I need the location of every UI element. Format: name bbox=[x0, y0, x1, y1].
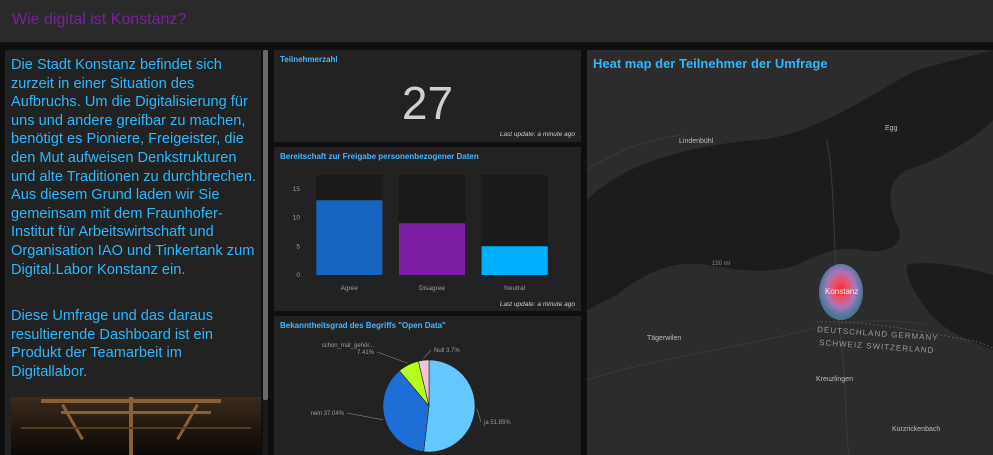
pie-leader-line bbox=[476, 408, 482, 423]
y-tick-label: 10 bbox=[293, 215, 301, 222]
x-tick-label: Agree bbox=[341, 285, 359, 292]
map-title: Heat map der Teilnehmer der Umfrage bbox=[593, 56, 828, 71]
pie-leader-line bbox=[346, 412, 384, 421]
pie-label: Null 3.7% bbox=[434, 348, 460, 354]
bar-agree[interactable] bbox=[316, 200, 383, 275]
pie-label-value: 7.41% bbox=[357, 350, 375, 356]
bar-chart: 0 5 10 15 Agree Disagree Neutral bbox=[293, 175, 548, 292]
pie-chart: ja 51.85% nein 37.04% schon_mal_gehör...7.… bbox=[311, 343, 511, 453]
bar-last-update: Last update: a minute ago bbox=[499, 301, 575, 308]
pie-label: schon_mal_gehör... bbox=[322, 343, 375, 349]
pie-label: ja 51.85% bbox=[483, 420, 511, 426]
place-label-kurzrickenbach: Kurzrickenbach bbox=[892, 426, 940, 433]
pie-leader-line bbox=[376, 351, 408, 364]
x-tick-label: Disagree bbox=[419, 285, 445, 292]
intro-paragraph-2: Diese Umfrage und das daraus resultieren… bbox=[11, 308, 213, 380]
open-data-pie-card: Bekanntheitsgrad des Begriffs "Open Data… bbox=[274, 316, 581, 455]
scale-label: 150 mi bbox=[712, 261, 730, 267]
x-tick-label: Neutral bbox=[504, 285, 526, 292]
y-tick-label: 0 bbox=[296, 272, 300, 279]
participant-count-card: Teilnehmerzahl 27 Last update: a minute … bbox=[274, 50, 581, 142]
pie-leader-line bbox=[423, 349, 432, 359]
digitallabor-photo bbox=[11, 397, 261, 455]
bar-neutral[interactable] bbox=[481, 246, 548, 275]
intro-panel: Die Stadt Konstanz befindet sich zurzeit… bbox=[5, 50, 261, 455]
bar-disagree[interactable] bbox=[398, 223, 466, 275]
page-title: Wie digital ist Konstanz? bbox=[12, 11, 187, 28]
place-label-lindenbuehl: Lindenbühl bbox=[679, 138, 714, 145]
heat-map-card[interactable]: Heat map der Teilnehmer der Umfrage Lind… bbox=[587, 50, 993, 455]
intro-paragraph: Die Stadt Konstanz befindet sich zurzeit… bbox=[11, 57, 257, 278]
y-tick-label: 15 bbox=[293, 186, 301, 193]
participant-count-value: 27 bbox=[401, 77, 454, 129]
place-label-kreuzlingen: Kreuzlingen bbox=[816, 376, 853, 383]
y-tick-label: 5 bbox=[296, 243, 300, 250]
count-card-title: Teilnehmerzahl bbox=[280, 55, 338, 64]
map-canvas[interactable]: Lindenbühl Egg 150 mi Tägerwilen Konstan… bbox=[587, 50, 993, 455]
place-label-taegerwilen: Tägerwilen bbox=[647, 335, 681, 342]
data-sharing-bar-card: Bereitschaft zur Freigabe personenbezoge… bbox=[274, 147, 581, 311]
pie-label: nein 37.04% bbox=[311, 411, 345, 417]
pie-slice[interactable] bbox=[423, 359, 476, 453]
app-header: Wie digital ist Konstanz? bbox=[0, 0, 993, 44]
place-label-egg: Egg bbox=[885, 125, 898, 132]
place-label-konstanz: Konstanz bbox=[825, 287, 858, 296]
count-last-update: Last update: a minute ago bbox=[499, 131, 575, 138]
intro-scrollbar-thumb[interactable] bbox=[263, 50, 268, 400]
